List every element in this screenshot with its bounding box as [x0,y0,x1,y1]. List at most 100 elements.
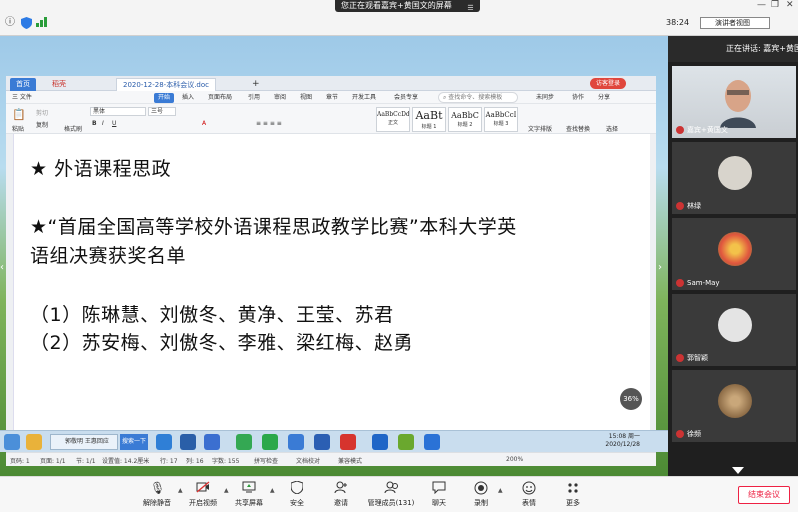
record-label: 录制 [474,499,488,507]
style-heading3[interactable]: AaBbCcI 标题 3 [484,107,518,132]
tab-document[interactable]: 2020-12-28-本科会议.doc [116,78,217,91]
more-icon [566,481,580,495]
zoom-level[interactable]: 200% [506,456,523,463]
more-button[interactable]: 更多 [548,481,598,508]
menu-view[interactable]: 视图 [300,93,312,103]
status-page: 页码: 1 [10,458,30,465]
file-explorer-icon[interactable] [26,434,42,450]
participant-tile[interactable]: 徐频 [672,370,796,442]
vertical-scrollbar[interactable] [650,134,656,452]
style-normal-sample: AaBbCcDd [377,111,409,118]
font-name-select[interactable]: 黑体 [90,107,146,116]
new-tab-button[interactable]: + [246,78,266,91]
paste-icon[interactable]: 📋 [12,108,26,121]
mic-off-icon [676,202,684,210]
shield-icon[interactable] [20,17,32,29]
chevron-right-icon[interactable]: › [658,262,668,278]
menu-start[interactable]: 开始 [154,93,175,103]
invite-button[interactable]: 邀请 [316,481,366,508]
tab-home[interactable]: 首页 [10,78,36,91]
zoom-bubble[interactable]: 36% [620,388,642,410]
italic-icon[interactable]: I [102,120,104,127]
media-player-icon[interactable] [340,434,356,450]
taskbar-window-item[interactable]: 郭敬明 王惠回应 [50,434,118,450]
login-button[interactable]: 访客登录 [589,78,626,89]
iqiyi-icon[interactable] [262,434,278,450]
format-painter-button[interactable]: 格式刷 [64,124,82,133]
participant-tile[interactable]: 嘉宾+黄国文 [672,66,796,138]
underline-icon[interactable]: U [112,120,116,127]
style-heading1[interactable]: AaBt 标题 1 [412,107,446,132]
ie-browser-icon[interactable] [156,434,172,450]
font-size-select[interactable]: 三号 [148,107,176,116]
select-button[interactable]: 选择 [606,124,618,133]
screen-share-notice[interactable]: 您正在观看嘉宾+黄国文的屏幕 ☰ [335,0,480,12]
command-search-input[interactable]: ⌕ 查找命令、搜索模板 [438,92,518,103]
unsynced-status[interactable]: 未同步 [536,93,554,103]
speaker-view-button[interactable]: 演讲者视图 [700,17,770,29]
bold-icon[interactable]: B [92,120,97,127]
tencent-meeting-icon[interactable] [424,434,440,450]
menu-icon[interactable]: ☰ [467,2,473,14]
wps-ribbon: 📋 粘贴 剪切 复制 格式刷 黑体 三号 B I U A ≡ ≡ ≡ ≡ AaB… [6,104,656,134]
system-clock[interactable]: 15:08 周一 2020/12/28 [605,433,640,449]
document-page[interactable]: ★ 外语课程思政 ★“首届全国高等学校外语课程思政教学比赛”本科大学英 语组决赛… [6,134,656,452]
menu-references[interactable]: 引用 [248,93,260,103]
menu-layout[interactable]: 页面布局 [208,93,232,103]
collab-button[interactable]: 协作 [572,93,584,103]
close-icon[interactable]: ✕ [786,0,794,10]
share-button[interactable]: 分享 [598,93,610,103]
chevron-down-icon[interactable] [732,467,744,474]
end-meeting-button[interactable]: 结束会议 [738,486,790,504]
sogou-icon[interactable] [288,434,304,450]
app-grid-icon[interactable] [314,434,330,450]
align-icon[interactable]: ≡ ≡ ≡ ≡ [256,120,282,127]
menu-file[interactable]: 三 文件 [12,93,32,103]
menu-section[interactable]: 章节 [326,93,338,103]
start-menu-icon[interactable] [4,434,20,450]
style-heading1-name: 标题 1 [421,124,437,130]
menu-devtools[interactable]: 开发工具 [352,93,376,103]
share-screen-button[interactable]: 共享屏幕 [224,481,274,508]
record-button[interactable]: 录制 [456,481,506,508]
restore-icon[interactable]: ❐ [771,0,779,10]
mic-off-icon [676,279,684,287]
participant-name: 徐频 [676,429,701,439]
manage-members-button[interactable]: 管理成员(131) [362,481,420,508]
speaker-view-label: 演讲者视图 [715,19,750,27]
style-heading1-sample: AaBt [415,109,443,122]
wps-icon[interactable] [372,434,388,450]
mute-button[interactable]: 🎙 解除静音 [132,481,182,508]
paste-button[interactable]: 粘贴 [12,124,24,133]
participant-tile[interactable]: 林绿 [672,142,796,214]
doc-proof-button[interactable]: 文档校对 [296,456,320,465]
mic-off-icon [676,430,684,438]
cut-button[interactable]: 剪切 [36,108,48,117]
spell-check-button[interactable]: 拼写检查 [254,456,278,465]
info-icon[interactable]: ⓘ [4,17,16,29]
minimize-icon[interactable]: — [757,0,766,10]
style-heading2[interactable]: AaBbC 标题 2 [448,107,482,132]
doc-winner-group-2: （2）苏安梅、刘傲冬、李雅、梁红梅、赵勇 [30,332,414,354]
find-replace-button[interactable]: 查找替换 [566,124,590,133]
participant-tile[interactable]: Sam-May [672,218,796,290]
menu-insert[interactable]: 插入 [182,93,194,103]
tool-icon[interactable] [398,434,414,450]
security-button[interactable]: 安全 [272,480,322,508]
menu-member[interactable]: 会员专享 [394,93,418,103]
chevron-up-icon[interactable]: ▲ [498,487,503,494]
meeting-window: ⓘ 您正在观看嘉宾+黄国文的屏幕 ☰ — ❐ ✕ 38:24 演讲者视图 ‹ ›… [0,0,798,512]
participant-tile[interactable]: 郭智颖 [672,294,796,366]
font-color-icon[interactable]: A [202,120,206,127]
menu-review[interactable]: 审阅 [274,93,286,103]
video-button[interactable]: 开启视频 [178,481,228,508]
copy-button[interactable]: 复制 [36,120,48,129]
outlook-icon[interactable] [180,434,196,450]
style-normal[interactable]: AaBbCcDd 正文 [376,107,410,132]
chrome-icon[interactable] [236,434,252,450]
taskbar-search-button[interactable]: 搜索一下 [120,434,148,450]
text-layout-button[interactable]: 文字排版 [528,124,552,133]
reactions-button[interactable]: 表情 [504,481,554,508]
browser-icon[interactable] [204,434,220,450]
tab-docer[interactable]: 稻壳 [46,78,72,91]
